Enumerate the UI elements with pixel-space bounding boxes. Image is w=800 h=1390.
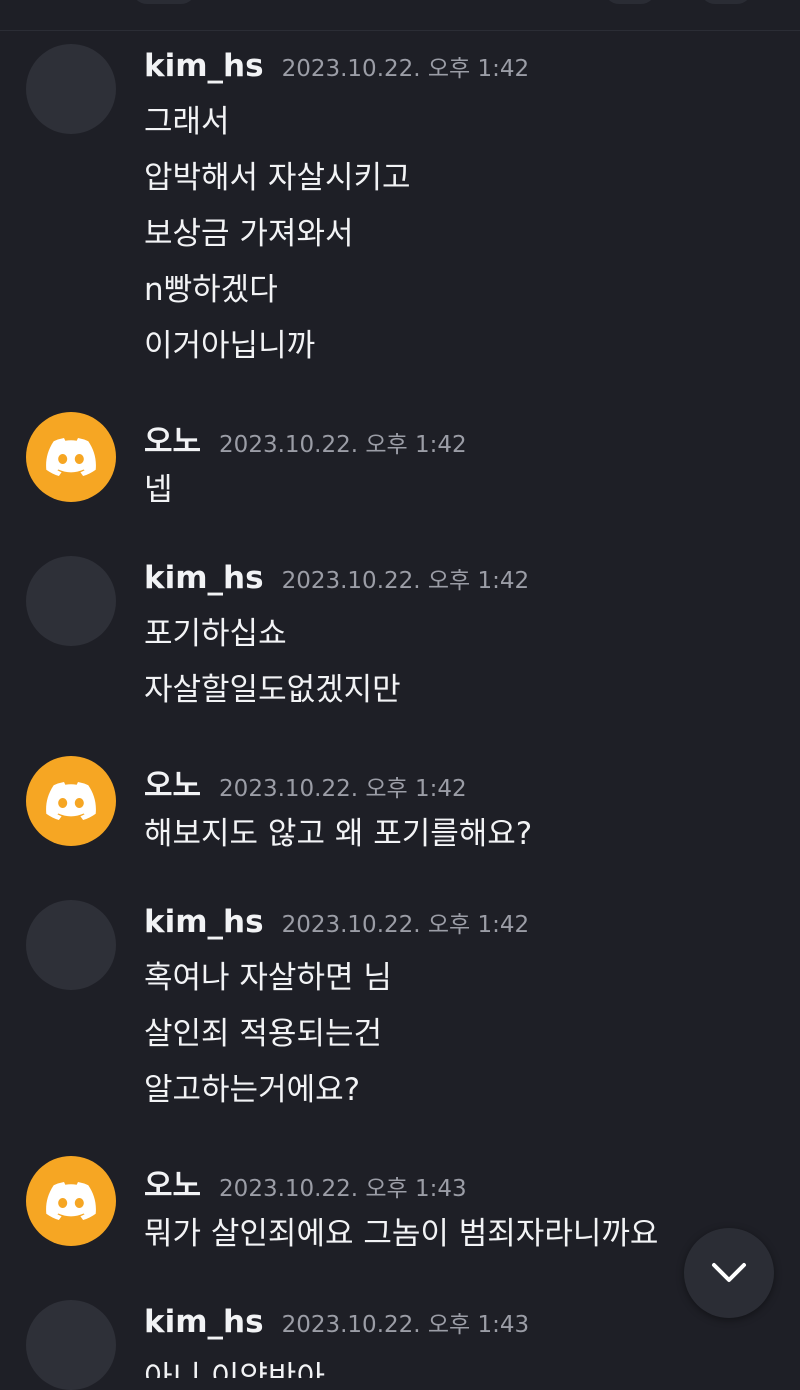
avatar[interactable]: [26, 1300, 116, 1390]
message[interactable]: 오노 2023.10.22. 오후 1:43 뭐가 살인죄에요 그놈이 범죄자라…: [0, 1156, 800, 1262]
message-feed: kim_hs 2023.10.22. 오후 1:42 그래서 압박해서 자살시키…: [0, 44, 800, 1390]
timestamp: 2023.10.22. 오후 1:42: [281, 912, 530, 938]
message-text: 그래서: [144, 104, 230, 140]
message-text: 살인죄 적용되는건: [144, 1016, 383, 1052]
message-text: 자살할일도없겠지만: [144, 672, 401, 708]
message-text: 압박해서 자살시키고: [144, 160, 411, 196]
author-name[interactable]: 오노: [144, 1160, 201, 1205]
author-name[interactable]: kim_hs: [144, 1304, 264, 1340]
timestamp: 2023.10.22. 오후 1:42: [219, 776, 467, 802]
message-header: 오노 2023.10.22. 오후 1:43: [144, 1156, 800, 1206]
timestamp: 2023.10.22. 오후 1:42: [281, 56, 530, 82]
header-button[interactable]: [604, 0, 656, 4]
avatar[interactable]: [26, 1156, 116, 1246]
message-header: kim_hs 2023.10.22. 오후 1:42: [144, 44, 800, 94]
author-name[interactable]: kim_hs: [144, 48, 264, 84]
message[interactable]: kim_hs 2023.10.22. 오후 1:43 아니 이양반아: [0, 1300, 800, 1390]
message-header: 오노 2023.10.22. 오후 1:42: [144, 412, 800, 462]
message[interactable]: kim_hs 2023.10.22. 오후 1:42 포기하십쇼 자살할일도없겠…: [0, 556, 800, 718]
message[interactable]: 오노 2023.10.22. 오후 1:42 넵: [0, 412, 800, 518]
timestamp: 2023.10.22. 오후 1:43: [219, 1176, 467, 1202]
chevron-down-icon: [712, 1263, 746, 1282]
message-text: 혹여나 자살하면 님: [144, 960, 392, 996]
message-header: kim_hs 2023.10.22. 오후 1:42: [144, 556, 800, 606]
message-text: 보상금 가져와서: [144, 216, 354, 252]
timestamp: 2023.10.22. 오후 1:43: [281, 1312, 530, 1338]
message-text: 알고하는거에요?: [144, 1072, 361, 1108]
author-name[interactable]: 오노: [144, 416, 201, 461]
avatar[interactable]: [26, 412, 116, 502]
avatar[interactable]: [26, 756, 116, 846]
header-button[interactable]: [132, 0, 196, 4]
discord-logo-icon: [46, 782, 96, 820]
scroll-to-bottom-button[interactable]: [684, 1228, 774, 1318]
author-name[interactable]: kim_hs: [144, 560, 264, 596]
author-name[interactable]: 오노: [144, 760, 201, 805]
timestamp: 2023.10.22. 오후 1:42: [219, 432, 467, 458]
message-text: 넵: [144, 472, 173, 508]
avatar[interactable]: [26, 556, 116, 646]
header-button[interactable]: [700, 0, 752, 4]
message-text: 아니 이양반아: [144, 1360, 325, 1378]
message-text: 포기하십쇼: [144, 616, 287, 652]
message-header: kim_hs 2023.10.22. 오후 1:42: [144, 900, 800, 950]
message[interactable]: kim_hs 2023.10.22. 오후 1:42 그래서 압박해서 자살시키…: [0, 44, 800, 374]
discord-logo-icon: [46, 1182, 96, 1220]
message-text: 이거아닙니까: [144, 328, 316, 364]
author-name[interactable]: kim_hs: [144, 904, 264, 940]
avatar[interactable]: [26, 44, 116, 134]
avatar[interactable]: [26, 900, 116, 990]
timestamp: 2023.10.22. 오후 1:42: [281, 568, 530, 594]
message[interactable]: 오노 2023.10.22. 오후 1:42 해보지도 않고 왜 포기를해요?: [0, 756, 800, 862]
top-bar: [0, 0, 800, 31]
discord-logo-icon: [46, 438, 96, 476]
message-text: 해보지도 않고 왜 포기를해요?: [144, 816, 533, 852]
message-header: 오노 2023.10.22. 오후 1:42: [144, 756, 800, 806]
message-text: n빵하겠다: [144, 272, 278, 308]
message[interactable]: kim_hs 2023.10.22. 오후 1:42 혹여나 자살하면 님 살인…: [0, 900, 800, 1118]
